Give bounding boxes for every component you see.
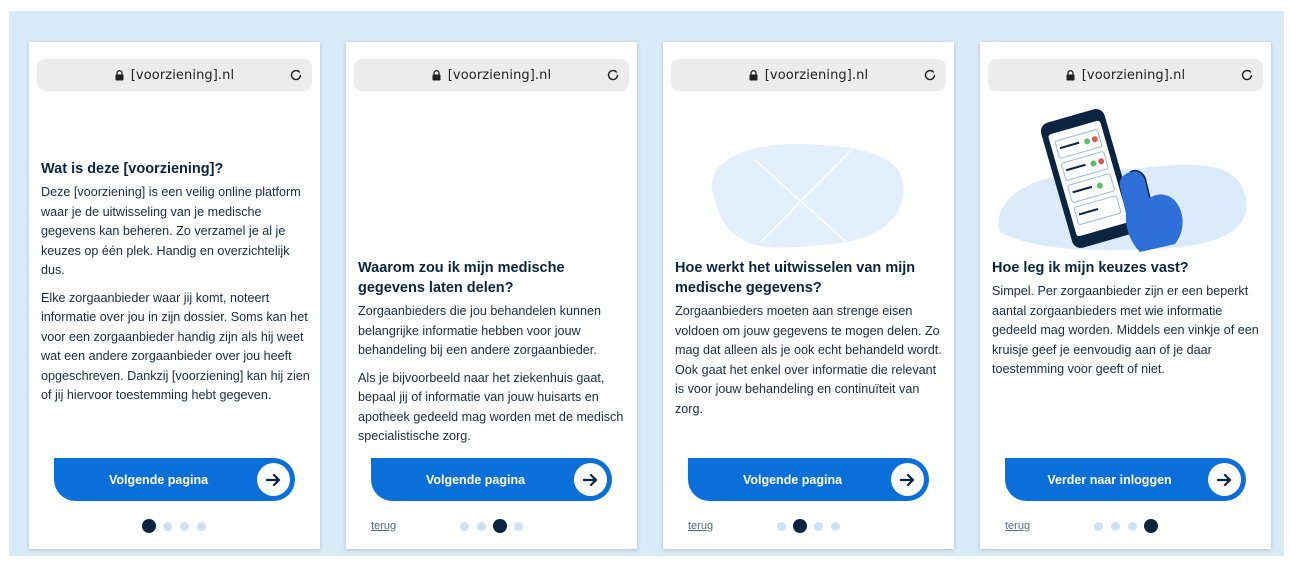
screen-heading: Hoe leg ik mijn keuzes vast? <box>992 260 1189 276</box>
screen-paragraph: Elke zorgaanbieder waar jij komt, noteer… <box>41 290 310 403</box>
screen-content: Wat is deze [voorziening]? Deze [voorzie… <box>41 159 311 414</box>
pagination-dot[interactable] <box>163 521 172 531</box>
arrow-right-icon <box>574 463 607 496</box>
phone-screen-1: [voorziening].nl Wat is deze [voorzienin… <box>29 42 320 549</box>
button-label: Volgende pagina <box>742 472 843 487</box>
screen-content: Hoe werkt het uitwisselen van mijn medis… <box>675 258 945 427</box>
url-text: [voorziening].nl <box>447 67 552 83</box>
back-link[interactable]: terug <box>688 520 713 532</box>
pagination-dot[interactable] <box>1144 519 1158 533</box>
pagination-dot[interactable] <box>180 521 189 531</box>
phone-screen-2: [voorziening].nl Waarom zou ik mijn medi… <box>346 42 637 549</box>
url-text: [voorziening].nl <box>130 67 235 83</box>
reload-icon[interactable] <box>922 67 938 83</box>
address-bar[interactable]: [voorziening].nl <box>37 59 312 91</box>
screen-paragraph: Zorgaanbieders moeten aan strenge eisen … <box>675 304 942 416</box>
pagination-dot[interactable] <box>777 521 786 531</box>
address-bar[interactable]: [voorziening].nl <box>988 59 1263 91</box>
screen-content: Hoe leg ik mijn keuzes vast? Simpel. Per… <box>992 258 1262 388</box>
button-label: Volgende pagina <box>425 472 526 487</box>
screen-heading: Hoe werkt het uitwisselen van mijn medis… <box>675 260 916 296</box>
pagination-dot[interactable] <box>831 521 840 531</box>
back-link[interactable]: terug <box>371 520 396 532</box>
login-button[interactable]: Verder naar inloggen <box>1005 458 1246 501</box>
pagination-dots <box>456 519 527 533</box>
screen-paragraph: Zorgaanbieders die jou behandelen kunnen… <box>358 304 601 357</box>
next-page-button[interactable]: Volgende pagina <box>54 458 295 501</box>
phone-screen-4: [voorziening].nl Hoe leg ik mijn keuzes … <box>980 42 1271 549</box>
next-page-button[interactable]: Volgende pagina <box>371 458 612 501</box>
screen-heading: Wat is deze [voorziening]? <box>41 161 224 177</box>
arrow-right-icon <box>1208 463 1241 496</box>
arrow-right-icon <box>257 463 290 496</box>
pagination-dot[interactable] <box>197 521 206 531</box>
pagination-dots <box>1090 519 1161 533</box>
pagination-dot[interactable] <box>493 519 507 533</box>
reload-icon[interactable] <box>288 67 304 83</box>
illustration-placeholder <box>711 143 904 249</box>
reload-icon[interactable] <box>605 67 621 83</box>
reload-icon[interactable] <box>1239 67 1255 83</box>
pagination-dots <box>773 519 844 533</box>
back-link[interactable]: terug <box>1005 520 1030 532</box>
pagination-dot[interactable] <box>1128 521 1137 531</box>
arrow-right-icon <box>891 463 924 496</box>
button-label: Verder naar inloggen <box>1047 472 1172 487</box>
screen-content: Waarom zou ik mijn medische gegevens lat… <box>358 258 628 455</box>
pagination-dot[interactable] <box>460 521 469 531</box>
pagination-dot[interactable] <box>793 519 807 533</box>
pagination-dot[interactable] <box>1094 521 1103 531</box>
address-bar[interactable]: [voorziening].nl <box>671 59 946 91</box>
pagination-dot[interactable] <box>1111 521 1120 531</box>
screen-paragraph: Simpel. Per zorgaanbieder zijn er een be… <box>992 284 1259 376</box>
screen-paragraph: Deze [voorziening] is een veilig online … <box>41 185 301 277</box>
lock-icon <box>115 69 124 80</box>
phone-hand-illustration <box>998 109 1247 252</box>
button-label: Volgende pagina <box>108 472 209 487</box>
pagination-dot[interactable] <box>514 521 523 531</box>
pagination-dot[interactable] <box>814 521 823 531</box>
pagination-dot[interactable] <box>477 521 486 531</box>
pagination-dot[interactable] <box>142 519 156 533</box>
url-text: [voorziening].nl <box>764 67 869 83</box>
lock-icon <box>1066 69 1075 80</box>
lock-icon <box>432 69 441 80</box>
onboarding-canvas: [voorziening].nl Wat is deze [voorzienin… <box>9 11 1284 556</box>
next-page-button[interactable]: Volgende pagina <box>688 458 929 501</box>
url-text: [voorziening].nl <box>1081 67 1186 83</box>
address-bar[interactable]: [voorziening].nl <box>354 59 629 91</box>
lock-icon <box>749 69 758 80</box>
screen-heading: Waarom zou ik mijn medische gegevens lat… <box>358 260 565 296</box>
phone-screen-3: [voorziening].nl Hoe werkt het uitwissel… <box>663 42 954 549</box>
pagination-dots <box>139 519 210 533</box>
screen-paragraph: Als je bijvoorbeeld naar het ziekenhuis … <box>358 370 624 444</box>
